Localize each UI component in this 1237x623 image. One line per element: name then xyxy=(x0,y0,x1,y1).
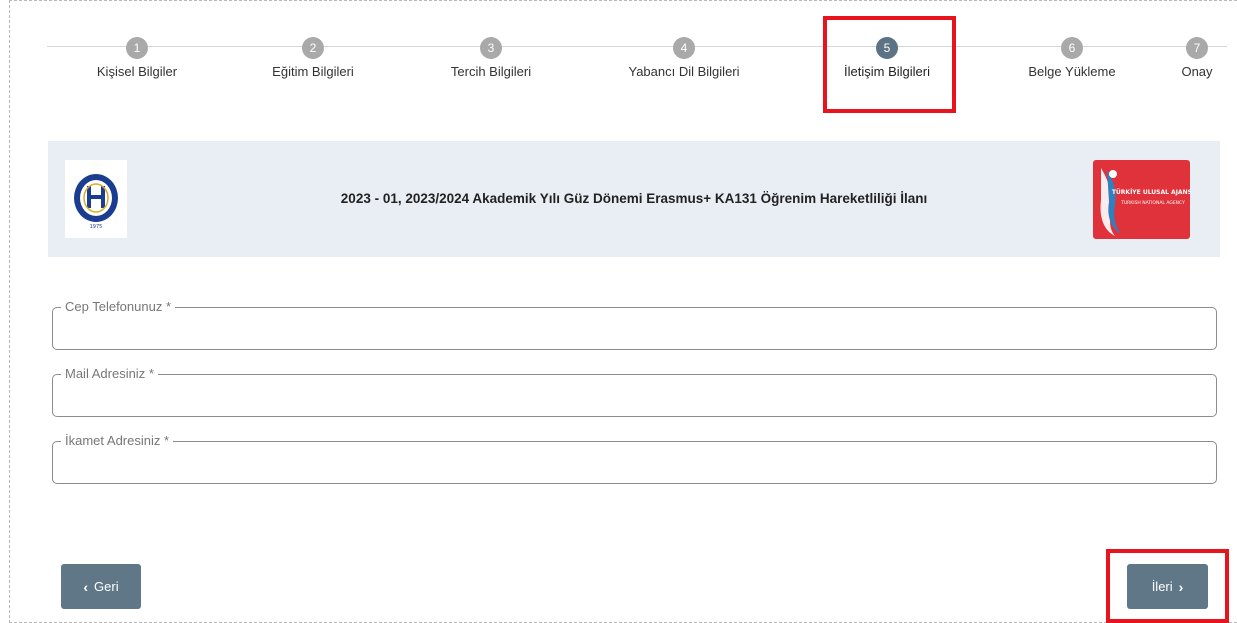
step-label: Belge Yükleme xyxy=(1028,64,1116,79)
address-field-label: İkamet Adresiniz * xyxy=(61,433,174,449)
address-input[interactable] xyxy=(53,442,1216,483)
agency-logo-text-en: TURKISH NATIONAL AGENCY xyxy=(1120,200,1185,206)
step-label: Onay xyxy=(1181,64,1213,79)
step-number: 2 xyxy=(302,37,324,59)
announcement-banner: 1975 2023 - 01, 2023/2024 Akademik Yılı … xyxy=(48,141,1220,257)
step-number: 6 xyxy=(1061,37,1083,59)
phone-field-label: Cep Telefonunuz * xyxy=(61,299,176,315)
wizard-stepper: 1 Kişisel Bilgiler 2 Eğitim Bilgileri 3 … xyxy=(0,0,1237,100)
email-input[interactable] xyxy=(53,375,1216,416)
step-number: 3 xyxy=(480,37,502,59)
step-7[interactable]: 7 Onay xyxy=(1174,37,1220,79)
step-3[interactable]: 3 Tercih Bilgileri xyxy=(439,37,543,79)
phone-field[interactable]: Cep Telefonunuz * xyxy=(52,299,1217,350)
step-label: Kişisel Bilgiler xyxy=(96,64,178,79)
step-6[interactable]: 6 Belge Yükleme xyxy=(1022,37,1122,79)
step-label: Yabancı Dil Bilgileri xyxy=(628,64,740,79)
email-field[interactable]: Mail Adresiniz * xyxy=(52,366,1217,417)
agency-logo-text-tr: TÜRKİYE ULUSAL AJANSI xyxy=(1112,189,1190,196)
chevron-left-icon: ‹ xyxy=(83,578,89,595)
email-field-label: Mail Adresiniz * xyxy=(61,366,158,382)
back-button[interactable]: ‹ Geri xyxy=(61,564,141,609)
highlight-box-active-step xyxy=(823,16,956,113)
step-1[interactable]: 1 Kişisel Bilgiler xyxy=(87,37,187,79)
back-button-label: Geri xyxy=(94,579,119,594)
announcement-title: 2023 - 01, 2023/2024 Akademik Yılı Güz D… xyxy=(340,191,928,206)
step-label: Eğitim Bilgileri xyxy=(272,64,354,79)
phone-input[interactable] xyxy=(53,308,1216,349)
address-field[interactable]: İkamet Adresiniz * xyxy=(52,433,1217,484)
highlight-box-next-button xyxy=(1106,549,1229,623)
step-label: Tercih Bilgileri xyxy=(450,64,532,79)
step-number: 7 xyxy=(1186,37,1208,59)
step-4[interactable]: 4 Yabancı Dil Bilgileri xyxy=(616,37,752,79)
step-2[interactable]: 2 Eğitim Bilgileri xyxy=(261,37,365,79)
step-number: 1 xyxy=(126,37,148,59)
national-agency-logo: TÜRKİYE ULUSAL AJANSI TURKISH NATIONAL A… xyxy=(1093,160,1190,239)
step-number: 4 xyxy=(673,37,695,59)
